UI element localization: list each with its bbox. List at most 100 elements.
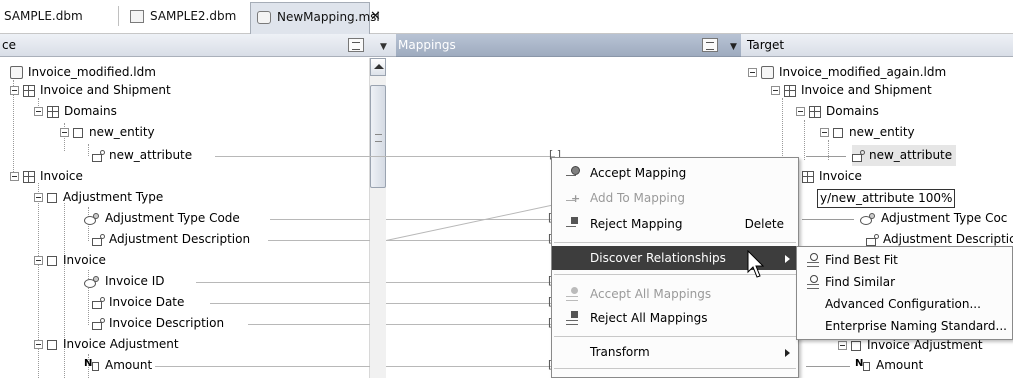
tree-node[interactable]: Adjustment Type Coc <box>860 208 1007 229</box>
source-vertical-scrollbar[interactable] <box>369 58 386 378</box>
tree-node[interactable]: new_attribute <box>92 145 192 166</box>
package-icon <box>802 170 814 183</box>
discover-relationships-submenu: Find Best Fit Find Similar Advanced Conf… <box>796 246 1013 340</box>
menu-item-find-similar[interactable]: Find Similar <box>797 271 1012 293</box>
scroll-thumb[interactable] <box>370 85 386 188</box>
package-icon <box>23 84 35 97</box>
menu-item-add-to-mapping[interactable]: Add To Mapping <box>552 186 798 211</box>
tab-sample2-dbm[interactable]: SAMPLE2.dbm <box>124 4 236 28</box>
reject-mapping-icon <box>566 217 580 231</box>
dropdown-arrow-icon[interactable]: ▼ <box>730 36 737 59</box>
tree-node[interactable]: Adjustment Description <box>92 229 250 250</box>
mapping-file-icon <box>257 11 271 24</box>
tree-node[interactable]: Invoice Date <box>92 292 184 313</box>
find-best-fit-icon <box>807 253 821 267</box>
collapse-icon[interactable] <box>771 86 780 95</box>
attribute-icon <box>92 318 105 330</box>
menu-separator <box>554 242 796 243</box>
layout-toggle-icon[interactable] <box>348 38 364 52</box>
package-icon <box>784 84 796 97</box>
menu-item-advanced-configuration[interactable]: Advanced Configuration... <box>797 293 1012 315</box>
mapping-arrow <box>802 219 854 220</box>
mapping-arrow <box>806 366 850 367</box>
collapse-icon[interactable] <box>34 256 43 265</box>
menu-item-accept-mapping[interactable]: Accept Mapping <box>552 161 798 185</box>
tree-node[interactable]: Invoice <box>802 166 862 187</box>
tree-node[interactable]: new_entity <box>820 122 915 143</box>
ldm-icon <box>761 66 774 79</box>
tree-node[interactable]: Invoice <box>34 250 106 271</box>
tree-node[interactable]: Domains <box>34 101 117 122</box>
menu-item-enterprise-naming-standard[interactable]: Enterprise Naming Standard... <box>797 315 1012 337</box>
attribute-icon <box>852 150 865 162</box>
target-panel-title: Target <box>747 38 785 52</box>
collapse-icon[interactable] <box>838 341 847 350</box>
collapse-icon[interactable] <box>34 107 43 116</box>
attribute-icon <box>92 234 105 246</box>
menu-separator <box>554 336 796 337</box>
tab-label: NewMapping.msl <box>277 10 380 24</box>
target-panel-header: Target <box>741 34 1013 57</box>
collapse-icon[interactable] <box>10 172 19 181</box>
menu-item-reject-mapping[interactable]: Reject Mapping Delete <box>552 212 798 236</box>
tree-node[interactable]: Adjustment Descriptic <box>866 229 1013 246</box>
submenu-arrow-icon <box>785 349 790 357</box>
tree-node[interactable]: Adjustment Type <box>34 187 163 208</box>
tree-node[interactable]: new_entity <box>60 122 155 143</box>
tree-node[interactable]: Domains <box>796 101 879 122</box>
find-similar-icon <box>807 275 821 289</box>
mapping-tooltip: y/new_attribute 100% <box>817 189 956 208</box>
entity-icon <box>47 255 57 266</box>
mappings-panel-header: Mappings ▼ <box>396 34 741 57</box>
collapse-icon[interactable] <box>34 340 43 349</box>
entity-icon <box>851 340 861 351</box>
package-icon <box>23 170 35 183</box>
tree-node[interactable]: Invoice Adjustment <box>838 340 983 354</box>
add-to-mapping-icon <box>566 187 580 211</box>
tree-node[interactable]: Adjustment Type Code <box>84 208 240 229</box>
menu-item-accept-all-mappings[interactable]: Accept All Mappings <box>552 282 798 306</box>
collapse-icon[interactable] <box>748 68 757 77</box>
submenu-arrow-icon <box>785 255 790 263</box>
entity-icon <box>47 192 57 203</box>
tree-node[interactable]: new_attribute <box>852 145 957 166</box>
collapse-icon[interactable] <box>820 128 829 137</box>
tab-separator <box>118 6 119 26</box>
scroll-up-icon[interactable] <box>370 58 386 76</box>
entity-icon <box>833 127 843 138</box>
tree-node[interactable]: Invoice Adjustment <box>34 334 179 355</box>
collapse-icon[interactable] <box>34 193 43 202</box>
tree-node[interactable]: Invoice Description <box>92 313 224 334</box>
tree-node[interactable]: Invoice ID <box>84 271 165 292</box>
mapping-arrow <box>806 156 846 157</box>
tree-node[interactable]: N Amount <box>855 355 923 376</box>
attribute-icon <box>92 150 105 162</box>
dbm-file-icon <box>130 10 144 23</box>
tab-sample-dbm[interactable]: SAMPLE.dbm <box>0 4 83 28</box>
tree-node[interactable]: Invoice <box>10 166 83 187</box>
menu-item-find-best-fit[interactable]: Find Best Fit <box>797 249 1012 271</box>
mouse-cursor-icon <box>747 250 765 278</box>
tree-node[interactable]: N Amount <box>84 355 152 376</box>
collapse-icon[interactable] <box>796 107 805 116</box>
source-panel-title: ce <box>2 38 16 52</box>
collapse-icon[interactable] <box>10 86 19 95</box>
attribute-icon <box>92 297 105 309</box>
editor-tab-bar: SAMPLE.dbm SAMPLE2.dbm NewMapping.msl ✕ <box>0 0 1013 34</box>
tab-label: SAMPLE2.dbm <box>150 9 237 23</box>
tab-newmapping-msl[interactable]: NewMapping.msl <box>250 2 380 34</box>
entity-icon <box>47 339 57 350</box>
collapse-icon[interactable] <box>60 128 69 137</box>
close-icon[interactable]: ✕ <box>370 4 381 28</box>
tree-node[interactable]: Invoice and Shipment <box>771 80 932 101</box>
key-attribute-icon <box>84 212 100 225</box>
menu-item-transform[interactable]: Transform <box>552 340 798 364</box>
tree-node[interactable]: Invoice and Shipment <box>10 80 171 101</box>
menu-item-reject-all-mappings[interactable]: Reject All Mappings <box>552 306 798 330</box>
key-attribute-icon <box>84 275 100 288</box>
layout-toggle-icon[interactable] <box>702 38 718 52</box>
tab-label: SAMPLE.dbm <box>4 9 83 23</box>
mappings-panel-title: Mappings <box>398 38 456 52</box>
shortcut-label: Delete <box>744 217 784 231</box>
dropdown-arrow-icon[interactable]: ▼ <box>380 36 387 59</box>
